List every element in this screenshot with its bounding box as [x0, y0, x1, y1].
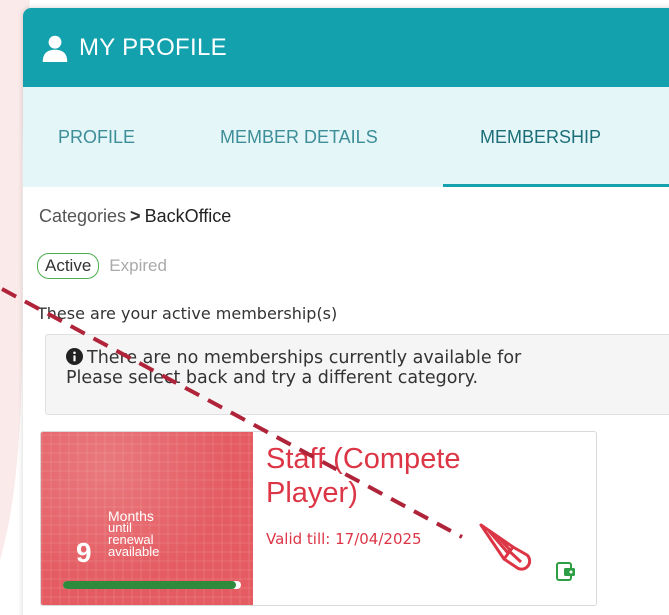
tab-member-details[interactable]: MEMBER DETAILS [220, 87, 378, 187]
user-icon [42, 35, 68, 62]
membership-valid-till: Valid till: 17/04/2025 [266, 530, 422, 548]
info-icon [66, 348, 83, 365]
membership-card-banner: Months until renewal available 9 [41, 432, 253, 605]
months-count: 9 [76, 537, 92, 568]
profile-header: MY PROFILE [23, 8, 669, 87]
membership-title: Staff (Compete Player) [266, 443, 461, 509]
breadcrumb-current: BackOffice [144, 206, 232, 226]
renewal-progress-bar [63, 581, 241, 589]
tab-profile[interactable]: PROFILE [58, 87, 135, 187]
renewal-progress-fill [63, 581, 236, 589]
breadcrumb: Categories > BackOffice [39, 206, 231, 227]
membership-card[interactable]: Months until renewal available 9 Staff (… [40, 431, 597, 606]
profile-panel: MY PROFILE PROFILE MEMBER DETAILS MEMBER… [23, 8, 669, 615]
months-until-renewal-label: Months until renewal available [108, 508, 160, 559]
filter-active-button[interactable]: Active [37, 253, 100, 279]
active-tab-indicator [443, 184, 669, 187]
tab-bar: PROFILE MEMBER DETAILS MEMBERSHIP [23, 87, 669, 187]
breadcrumb-separator: > [130, 206, 141, 226]
notice-line-2: Please select back and try a different c… [66, 368, 479, 388]
tab-membership[interactable]: MEMBERSHIP [480, 87, 601, 187]
notice-line-1: There are no memberships currently avail… [87, 348, 522, 368]
page-title: MY PROFILE [79, 33, 227, 61]
active-memberships-text: These are your active membership(s) [37, 304, 338, 323]
filter-expired-button[interactable]: Expired [109, 256, 167, 276]
no-memberships-notice: There are no memberships currently avail… [45, 334, 669, 415]
status-filter: Active Expired [37, 253, 167, 279]
shuttlecock-icon [479, 523, 532, 571]
breadcrumb-categories[interactable]: Categories [39, 206, 126, 226]
wallet-icon[interactable] [555, 560, 577, 582]
